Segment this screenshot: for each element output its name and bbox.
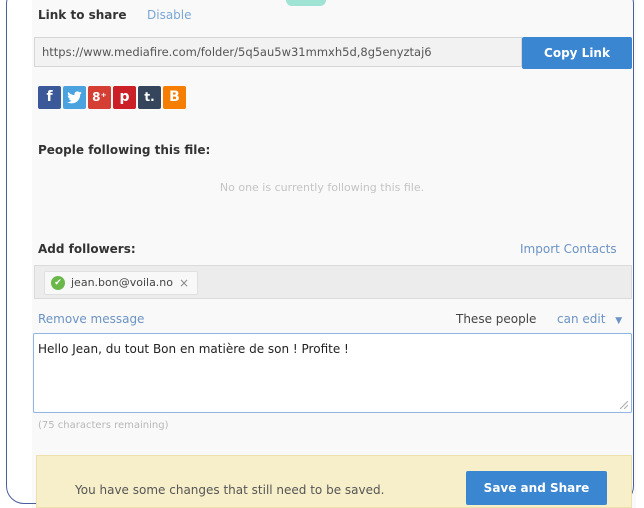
unsaved-changes-text: You have some changes that still need to… xyxy=(75,483,385,497)
add-followers-title: Add followers: xyxy=(38,242,136,256)
message-textarea[interactable]: Hello Jean, du tout Bon en matière de so… xyxy=(33,333,632,413)
save-and-share-button[interactable]: Save and Share xyxy=(466,471,607,505)
message-text: Hello Jean, du tout Bon en matière de so… xyxy=(38,342,349,356)
disable-link[interactable]: Disable xyxy=(147,8,192,22)
check-icon: ✔ xyxy=(51,276,65,290)
blogger-icon[interactable]: B xyxy=(163,86,186,109)
resize-handle-icon[interactable] xyxy=(620,401,628,409)
share-url-field[interactable]: https://www.mediafire.com/folder/5q5au5w… xyxy=(34,37,522,67)
facebook-icon[interactable]: f xyxy=(38,86,61,109)
followers-title: People following this file: xyxy=(38,143,211,157)
google-plus-icon[interactable]: 8⁺ xyxy=(88,86,111,109)
tumblr-icon[interactable]: t. xyxy=(138,86,161,109)
remove-message-link[interactable]: Remove message xyxy=(38,312,144,326)
decorative-tab xyxy=(286,0,326,6)
permission-value: can edit xyxy=(557,312,606,326)
permission-select[interactable]: can edit ▼ xyxy=(557,312,622,326)
followers-empty-text: No one is currently following this file. xyxy=(219,181,425,194)
characters-remaining: (75 characters remaining) xyxy=(38,420,169,431)
follower-tag: ✔ jean.bon@voila.no × xyxy=(44,271,199,295)
permission-label: These people xyxy=(456,312,537,326)
import-contacts-link[interactable]: Import Contacts xyxy=(520,242,617,256)
twitter-icon[interactable] xyxy=(63,86,86,109)
follower-tag-email: jean.bon@voila.no xyxy=(71,276,174,289)
pinterest-icon[interactable]: p xyxy=(113,86,136,109)
link-to-share-title: Link to share xyxy=(38,8,127,22)
copy-link-button[interactable]: Copy Link xyxy=(522,37,632,69)
remove-tag-icon[interactable]: × xyxy=(179,272,189,294)
caret-down-icon: ▼ xyxy=(615,316,623,326)
